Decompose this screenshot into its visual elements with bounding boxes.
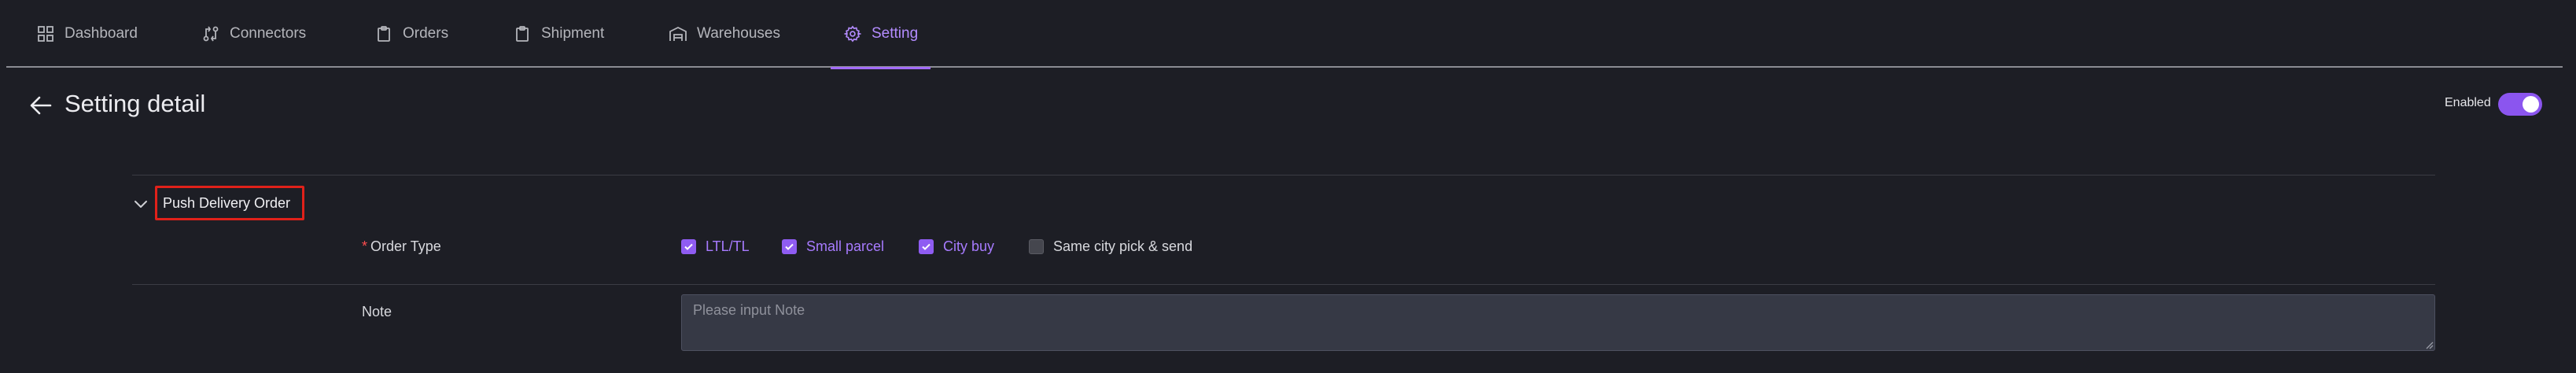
shipment-clipboard-icon (513, 24, 532, 43)
orders-clipboard-icon (374, 24, 393, 43)
tab-warehouses-label: Warehouses (697, 25, 780, 42)
connectors-icon (201, 24, 220, 43)
tab-connectors[interactable]: Connectors (201, 0, 306, 68)
order-type-label: * Order Type (362, 238, 441, 255)
back-arrow-icon[interactable] (28, 93, 53, 118)
tab-orders[interactable]: Orders (374, 0, 448, 68)
chevron-down-icon[interactable] (132, 195, 149, 212)
checkbox-same-city-pick-send[interactable]: Same city pick & send (1029, 238, 1192, 255)
resize-grip-icon[interactable] (2423, 338, 2434, 349)
row-divider (132, 284, 2435, 285)
tab-connectors-label: Connectors (230, 25, 307, 42)
warehouse-icon (669, 24, 687, 43)
checkbox-checked-icon (681, 239, 696, 254)
checkbox-city-buy[interactable]: City buy (919, 238, 994, 255)
tab-dashboard[interactable]: Dashboard (36, 0, 138, 68)
checkbox-small-parcel[interactable]: Small parcel (782, 238, 884, 255)
settings-page: Dashboard Connectors Orders Shipment War… (0, 0, 2576, 373)
tab-dashboard-label: Dashboard (64, 25, 138, 42)
checkbox-unchecked-icon (1029, 239, 1044, 254)
checkbox-ltl-tl-label: LTL/TL (706, 238, 750, 254)
tab-setting-label: Setting (872, 25, 919, 42)
section-title-text: Push Delivery Order (163, 194, 291, 211)
page-title: Setting detail (64, 90, 206, 117)
tab-shipment-label: Shipment (541, 25, 605, 42)
enabled-label: Enabled (2445, 96, 2491, 109)
checkbox-small-parcel-label: Small parcel (806, 238, 885, 254)
top-navigation: Dashboard Connectors Orders Shipment War… (6, 0, 2563, 69)
tab-warehouses[interactable]: Warehouses (669, 0, 780, 68)
tab-orders-label: Orders (403, 25, 449, 42)
enabled-toggle[interactable] (2498, 93, 2542, 116)
tab-setting[interactable]: Setting (830, 0, 931, 69)
section-title[interactable]: Push Delivery Order (155, 186, 304, 220)
checkbox-same-city-pick-send-label: Same city pick & send (1053, 238, 1193, 254)
checkbox-checked-icon (919, 239, 934, 254)
required-mark: * (362, 238, 368, 254)
tab-shipment[interactable]: Shipment (513, 0, 604, 68)
dashboard-grid-icon (36, 24, 55, 43)
note-textarea[interactable] (681, 294, 2435, 351)
order-type-label-text: Order Type (370, 238, 441, 254)
checkbox-checked-icon (782, 239, 797, 254)
checkbox-ltl-tl[interactable]: LTL/TL (681, 238, 750, 255)
checkbox-city-buy-label: City buy (943, 238, 995, 254)
gear-icon (843, 24, 862, 43)
note-label: Note (362, 304, 392, 319)
toggle-knob (2523, 96, 2539, 113)
